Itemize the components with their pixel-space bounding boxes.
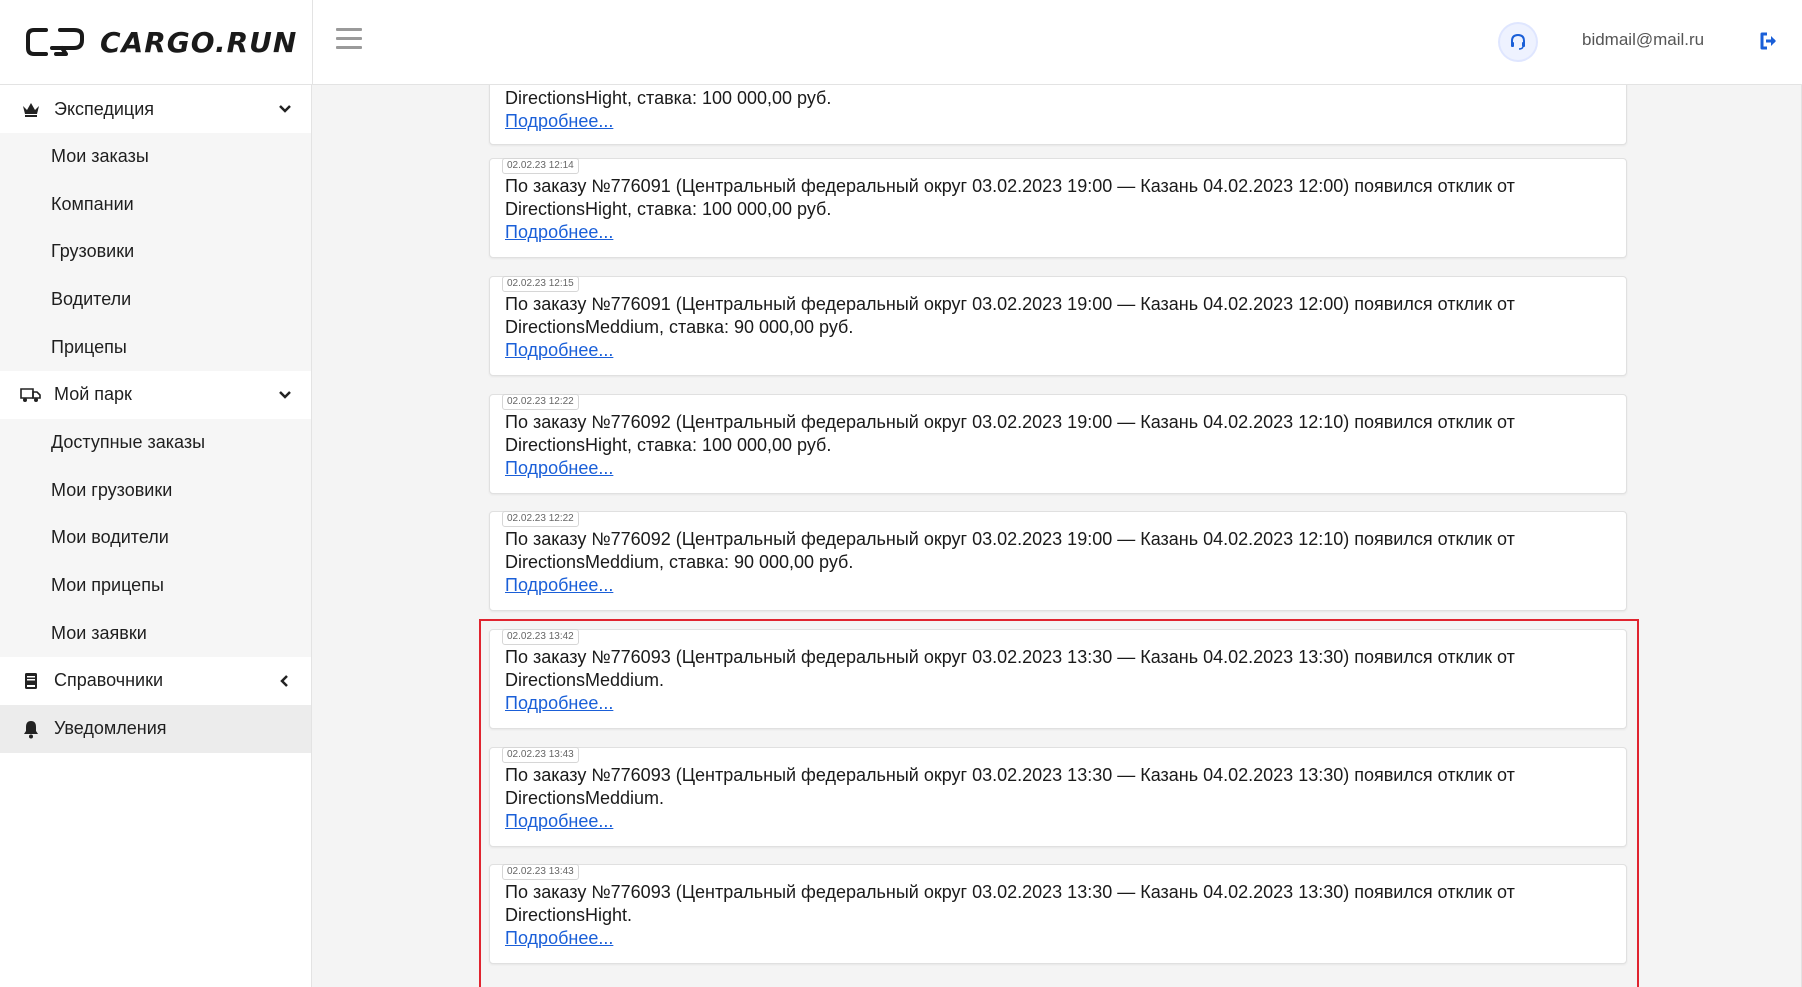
logo-mark-icon [26,28,84,56]
sidebar-item-my-drivers[interactable]: Мои водители [0,514,311,562]
more-link[interactable]: Подробнее... [505,221,1615,244]
chevron-down-icon [279,105,291,113]
logo[interactable]: CARGO.RUN [26,22,297,62]
notification-message: По заказу №776093 (Центральный федеральн… [505,881,1615,950]
sidebar-item-my-trucks[interactable]: Мои грузовики [0,466,311,515]
notification-timestamp: 02.02.23 12:22 [502,394,579,410]
notification-text-line1: По заказу №776093 (Центральный федеральн… [505,765,1515,785]
notification-text-line1: По заказу №776093 (Центральный федеральн… [505,882,1515,902]
notification-card: 02.02.23 12:14 По заказу №776091 (Центра… [489,158,1627,258]
notification-message: По заказу №776093 (Центральный федеральн… [505,646,1615,715]
notification-text-line2: DirectionsHight, ставка: 100 000,00 руб. [505,199,832,219]
top-header: CARGO.RUN bidmail@mail.ru [0,0,1802,85]
notification-timestamp: 02.02.23 12:15 [502,276,579,292]
chevron-left-icon [280,675,288,687]
more-link[interactable]: Подробнее... [505,810,1615,833]
notification-timestamp: 02.02.23 12:22 [502,511,579,527]
sidebar-item-drivers[interactable]: Водители [0,275,311,324]
notification-message: По заказу №776092 (Центральный федеральн… [505,528,1615,597]
sidebar-item-companies[interactable]: Компании [0,180,311,229]
notification-text-line2: DirectionsHight. [505,905,633,925]
sidebar-item-my-trailers[interactable]: Мои прицепы [0,561,311,610]
notification-message: По заказу №776093 (Центральный федеральн… [505,764,1615,833]
notification-text-line1: По заказу №776092 (Центральный федеральн… [505,529,1515,549]
notification-card: 02.02.23 12:15 По заказу №776091 (Центра… [489,276,1627,376]
more-link[interactable]: Подробнее... [505,574,1615,597]
notification-message: По заказу №776091 (Центральный федеральн… [505,175,1615,244]
notification-timestamp: 02.02.23 13:42 [502,629,579,645]
notification-card: DirectionsHight, ставка: 100 000,00 руб.… [489,85,1627,145]
notification-text-line2: DirectionsMeddium. [505,670,665,690]
notification-text-line2: DirectionsMeddium, ставка: 90 000,00 руб… [505,552,854,572]
logo-text: CARGO.RUN [100,25,298,59]
sidebar-group-label: Экспедиция [54,98,155,119]
chevron-down-icon [279,391,291,399]
more-link[interactable]: Подробнее... [505,110,1615,133]
logout-icon[interactable] [1758,30,1780,52]
notification-card: 02.02.23 12:22 По заказу №776092 (Центра… [489,394,1627,494]
menu-toggle-icon[interactable] [336,28,362,52]
more-link[interactable]: Подробнее... [505,457,1615,480]
book-icon [20,670,42,692]
notification-card: 02.02.23 13:42 По заказу №776093 (Центра… [489,629,1627,729]
header-divider [312,0,313,85]
sidebar-item-available-orders[interactable]: Доступные заказы [0,418,311,467]
bell-icon [20,718,42,740]
notifications-feed[interactable]: DirectionsHight, ставка: 100 000,00 руб.… [313,85,1802,987]
sidebar-item-my-orders[interactable]: Мои заказы [0,133,311,181]
notification-message: По заказу №776092 (Центральный федеральн… [505,411,1615,480]
sidebar-item-my-requests[interactable]: Мои заявки [0,609,311,657]
sidebar-group-my-fleet[interactable]: Мой парк [0,370,311,419]
sidebar-group-label: Уведомления [54,718,167,739]
notification-text-line1: По заказу №776091 (Центральный федеральн… [505,176,1515,196]
crown-icon [20,98,42,120]
notification-text-line2: DirectionsMeddium. [505,788,665,808]
sidebar-group-label: Мой парк [54,384,132,405]
notification-text-line1: По заказу №776091 (Центральный федеральн… [505,294,1515,314]
sidebar-group-references[interactable]: Справочники [0,656,311,705]
notification-text-line1: По заказу №776092 (Центральный федеральн… [505,412,1515,432]
sidebar: Экспедиция Мои заказы Компании Грузовики… [0,85,312,987]
notification-card: 02.02.23 12:22 По заказу №776092 (Центра… [489,511,1627,611]
more-link[interactable]: Подробнее... [505,927,1615,950]
more-link[interactable]: Подробнее... [505,339,1615,362]
sidebar-group-notifications[interactable]: Уведомления [0,704,311,753]
notification-card: 02.02.23 13:43 По заказу №776093 (Центра… [489,864,1627,964]
notification-timestamp: 02.02.23 13:43 [502,747,579,763]
notification-timestamp: 02.02.23 12:14 [502,158,579,174]
notification-card: 02.02.23 13:43 По заказу №776093 (Центра… [489,747,1627,847]
truck-icon [20,384,42,406]
sidebar-item-trailers[interactable]: Прицепы [0,323,311,371]
sidebar-group-label: Справочники [54,670,164,691]
notification-text-line2: DirectionsHight, ставка: 100 000,00 руб. [505,88,832,108]
support-icon[interactable] [1500,24,1536,60]
notification-timestamp: 02.02.23 13:43 [502,864,579,880]
notification-text-line1: По заказу №776093 (Центральный федеральн… [505,647,1515,667]
sidebar-item-trucks[interactable]: Грузовики [0,228,311,276]
more-link[interactable]: Подробнее... [505,692,1615,715]
sidebar-group-expedition[interactable]: Экспедиция [0,85,311,133]
notification-text-line2: DirectionsMeddium, ставка: 90 000,00 руб… [505,317,854,337]
notification-text-line2: DirectionsHight, ставка: 100 000,00 руб. [505,435,832,455]
user-email[interactable]: bidmail@mail.ru [1582,30,1704,50]
notification-message: DirectionsHight, ставка: 100 000,00 руб.… [505,87,1615,133]
notification-message: По заказу №776091 (Центральный федеральн… [505,293,1615,362]
